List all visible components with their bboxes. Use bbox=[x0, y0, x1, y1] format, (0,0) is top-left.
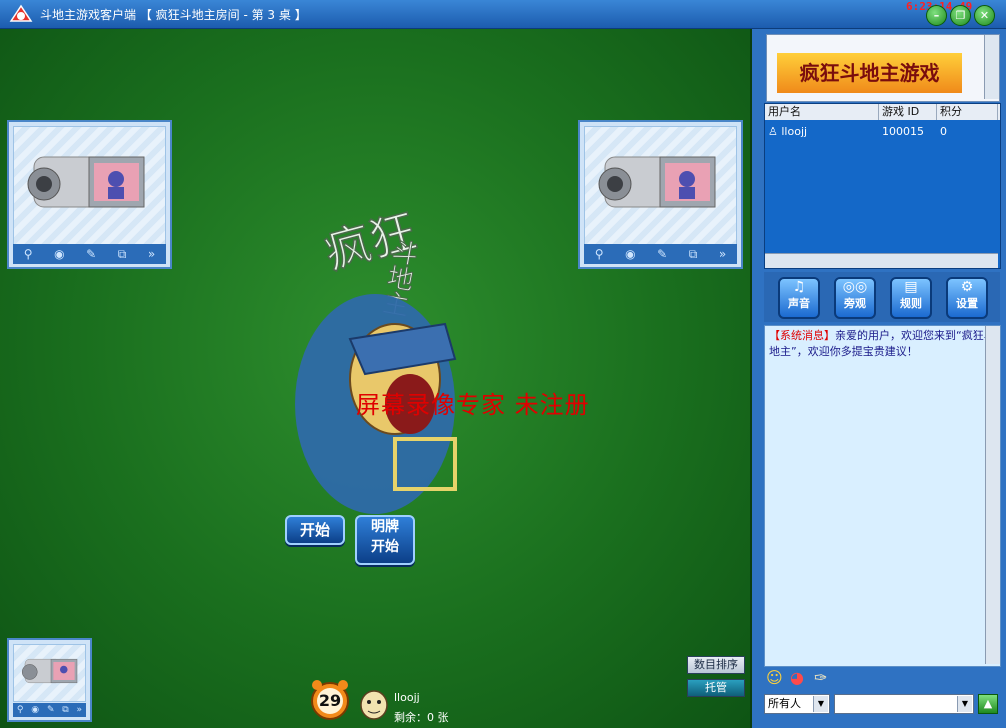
more-icon[interactable]: » bbox=[148, 247, 155, 261]
user-icon[interactable]: ⚲ bbox=[595, 247, 604, 261]
start-button[interactable]: 开始 bbox=[285, 515, 345, 545]
send-button[interactable]: ▲ bbox=[978, 694, 998, 714]
chevron-down-icon[interactable]: ▼ bbox=[813, 696, 828, 712]
rules-button[interactable]: ▤ 规则 bbox=[890, 277, 932, 319]
broom-icon[interactable]: ✑ bbox=[814, 668, 827, 687]
more-icon[interactable]: » bbox=[77, 705, 83, 715]
view-icon[interactable]: ◉ bbox=[31, 705, 39, 715]
self-camera: ⚲ ◉ ✎ ⧉ » bbox=[7, 638, 92, 722]
restore-button[interactable]: ❐ bbox=[950, 5, 971, 26]
user-list-scrollbar[interactable] bbox=[765, 253, 998, 268]
window-icon[interactable]: ⧉ bbox=[118, 247, 127, 262]
close-button[interactable]: ✕ bbox=[974, 5, 995, 26]
tool-icon[interactable]: ✎ bbox=[86, 247, 96, 261]
camera-toolbar: ⚲ ◉ ✎ ⧉ » bbox=[13, 703, 86, 717]
user-status-icon: ♙ bbox=[768, 125, 778, 138]
player-avatar bbox=[360, 690, 388, 720]
app-logo-icon bbox=[9, 4, 33, 22]
window-title: 斗地主游戏客户端 【 疯狂斗地主房间 - 第 3 桌 】 bbox=[40, 8, 307, 22]
user-icon[interactable]: ⚲ bbox=[17, 705, 24, 715]
show-cards-start-button[interactable]: 明牌 开始 bbox=[355, 515, 415, 565]
chevron-down-icon[interactable]: ▼ bbox=[957, 696, 972, 712]
user-list-header: 用户名 游戏 ID 积分 bbox=[765, 104, 1000, 120]
minimize-button[interactable]: – bbox=[926, 5, 947, 26]
video-camera-icon bbox=[598, 156, 716, 208]
user-icon[interactable]: ⚲ bbox=[24, 247, 33, 261]
rules-icon: ▤ bbox=[904, 279, 918, 295]
player-name: lloojj bbox=[394, 691, 420, 704]
view-icon[interactable]: ◉ bbox=[625, 247, 635, 261]
column-header-username[interactable]: 用户名 bbox=[765, 104, 879, 120]
column-header-game-id[interactable]: 游戏 ID bbox=[879, 104, 937, 120]
system-message: 【系统消息】亲爱的用户，欢迎您来到“疯狂斗地主”，欢迎你多提宝贵建议！ bbox=[769, 329, 995, 358]
chat-target-select[interactable]: 所有人 ▼ bbox=[764, 694, 830, 714]
color-wheel-icon[interactable]: ◕ bbox=[790, 668, 804, 687]
ad-scrollbar[interactable] bbox=[984, 35, 999, 99]
user-list: 用户名 游戏 ID 积分 ♙ lloojj 100015 0 bbox=[764, 103, 1001, 269]
game-mascot-logo: 疯狂 斗地主 bbox=[295, 203, 457, 514]
game-table: ⚲ ◉ ✎ ⧉ » ⚲ ◉ ✎ ⧉ » ⚲ ◉ ✎ ⧉ » 疯狂 斗地主 屏幕录… bbox=[0, 29, 752, 728]
chat-message-input[interactable]: ▼ bbox=[834, 694, 974, 714]
settings-button[interactable]: ⚙ 设置 bbox=[946, 277, 988, 319]
camera-toolbar: ⚲ ◉ ✎ ⧉ » bbox=[584, 244, 737, 264]
left-player-camera: ⚲ ◉ ✎ ⧉ » bbox=[7, 120, 172, 269]
sound-button[interactable]: ♫ 声音 bbox=[778, 277, 820, 319]
video-camera-icon bbox=[21, 658, 78, 684]
more-icon[interactable]: » bbox=[719, 247, 726, 261]
tool-icon[interactable]: ✎ bbox=[657, 247, 667, 261]
column-header-score[interactable]: 积分 bbox=[937, 104, 998, 120]
gear-icon: ⚙ bbox=[960, 279, 974, 295]
emoji-icon[interactable]: ☺ bbox=[766, 668, 783, 687]
ad-banner[interactable]: 疯狂斗地主游戏 bbox=[766, 34, 1000, 102]
window-icon[interactable]: ⧉ bbox=[689, 247, 698, 262]
spectate-icon: ◎◎ bbox=[842, 279, 868, 295]
function-toolbar: ♫ 声音 ◎◎ 旁观 ▤ 规则 ⚙ 设置 bbox=[764, 272, 1000, 322]
music-note-icon: ♫ bbox=[792, 279, 806, 295]
sort-by-count-button[interactable]: 数目排序 bbox=[687, 656, 745, 674]
title-bar: 斗地主游戏客户端 【 疯狂斗地主房间 - 第 3 桌 】 6:23:14.49 … bbox=[0, 0, 1006, 29]
video-camera-icon bbox=[27, 156, 145, 208]
chat-log: 【系统消息】亲爱的用户，欢迎您来到“疯狂斗地主”，欢迎你多提宝贵建议！ bbox=[764, 325, 1001, 667]
tool-icon[interactable]: ✎ bbox=[47, 705, 55, 715]
view-icon[interactable]: ◉ bbox=[54, 247, 64, 261]
chat-tools: ☺ ◕ ✑ bbox=[764, 668, 1000, 690]
spectate-button[interactable]: ◎◎ 旁观 bbox=[834, 277, 876, 319]
chat-scrollbar[interactable] bbox=[985, 326, 1000, 664]
table-row[interactable]: ♙ lloojj 100015 0 bbox=[765, 124, 1000, 140]
right-player-camera: ⚲ ◉ ✎ ⧉ » bbox=[578, 120, 743, 269]
auto-play-button[interactable]: 托管 bbox=[687, 679, 745, 697]
camera-toolbar: ⚲ ◉ ✎ ⧉ » bbox=[13, 244, 166, 264]
turn-timer: 29 bbox=[309, 677, 351, 721]
watermark-text: 屏幕录像专家 未注册 bbox=[356, 391, 590, 419]
cards-remaining: 剩余：0 张 bbox=[394, 711, 449, 724]
window-icon[interactable]: ⧉ bbox=[62, 705, 68, 715]
